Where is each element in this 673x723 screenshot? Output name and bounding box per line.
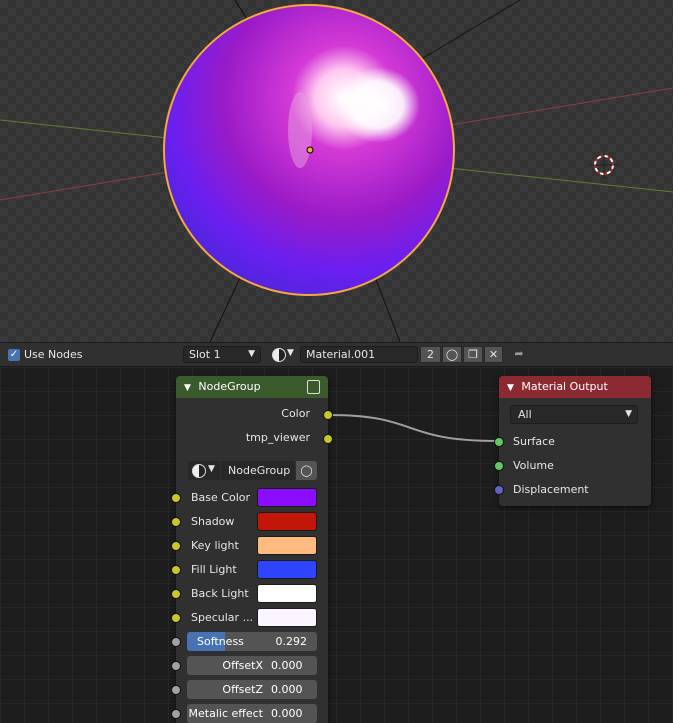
input-surface-label: Surface [513,435,555,448]
input-offsetx-socket[interactable] [171,661,181,671]
chevron-down-icon: ▼ [625,409,632,419]
input-metalic-field[interactable]: Metalic effect 0.000 [187,704,317,723]
input-softness-socket[interactable] [171,637,181,647]
material-sphere-icon [272,348,286,362]
input-back-light-label: Back Light [191,587,249,600]
duplicate-button[interactable]: ❐ [463,346,483,363]
unlink-button[interactable]: ✕ [484,346,503,363]
nodegroup-node-title: NodeGroup [198,380,261,393]
material-name-field[interactable]: Material.001 [300,346,418,363]
input-base-color-swatch[interactable] [257,488,317,507]
3d-cursor-icon [590,151,618,179]
input-shadow-label: Shadow [191,515,235,528]
offsetz-value: 0.000 [271,683,303,696]
input-displacement-label: Displacement [513,483,589,496]
pin-icon: ➦ [514,347,524,360]
input-specular-swatch[interactable] [257,608,317,627]
slot-dropdown[interactable]: Slot 1 ▼ [183,346,261,363]
group-name-field[interactable]: NodeGroup [221,461,295,480]
input-specular-label: Specular ... [191,611,254,624]
chevron-down-icon: ▼ [248,349,255,359]
input-softness-slider[interactable]: Softness 0.292 [187,632,317,651]
input-base-color-socket[interactable] [171,493,181,503]
input-base-color-label: Base Color [191,491,251,504]
group-name: NodeGroup [228,464,291,477]
input-fill-light-socket[interactable] [171,565,181,575]
output-color-label: Color [281,407,310,420]
reflection-streak [288,92,312,168]
nodegroup-node[interactable]: ▼ NodeGroup Color tmp_viewer ▼ NodeGroup… [171,376,333,723]
user-count: 2 [427,348,434,361]
render-target-value: All [518,408,532,421]
input-key-light-label: Key light [191,539,239,552]
input-back-light-swatch[interactable] [257,584,317,603]
output-color-socket[interactable] [323,410,333,420]
input-offsetx-field[interactable]: OffsetX 0.000 [187,656,317,675]
node-editor-header: ✓ Use Nodes Slot 1 ▼ ▼ Material.001 2 ◯ … [0,342,673,367]
input-shadow-swatch[interactable] [257,512,317,531]
use-nodes-label: Use Nodes [24,348,83,361]
group-icon[interactable] [307,380,320,394]
material-name: Material.001 [306,348,376,361]
user-count-button[interactable]: 2 [420,346,441,363]
group-fake-user-button[interactable]: ◯ [296,461,317,480]
3d-viewport[interactable] [0,0,673,342]
input-offsetz-socket[interactable] [171,685,181,695]
input-shadow-socket[interactable] [171,517,181,527]
shield-icon: ◯ [445,348,459,361]
offsetz-label: OffsetZ [222,683,263,696]
duplicate-icon: ❐ [468,348,478,361]
input-surface-socket[interactable] [494,437,504,447]
input-displacement-socket[interactable] [494,485,504,495]
close-icon: ✕ [488,348,499,361]
chevron-down-icon: ▼ [287,348,294,358]
nodegroup-node-header[interactable]: ▼ NodeGroup [176,376,328,398]
render-target-dropdown[interactable]: All ▼ [510,405,638,424]
chevron-down-icon: ▼ [208,464,215,474]
input-volume-label: Volume [513,459,554,472]
group-browse-button[interactable]: ▼ [188,461,220,480]
input-back-light-socket[interactable] [171,589,181,599]
metalic-value: 0.000 [271,707,303,720]
nodetree-icon [192,464,206,478]
viewport-scene [0,0,673,342]
input-key-light-swatch[interactable] [257,536,317,555]
offsetx-value: 0.000 [271,659,303,672]
shield-icon: ◯ [300,464,313,477]
use-nodes-checkbox[interactable]: ✓ [8,349,20,361]
specular-highlight [336,67,420,143]
input-key-light-socket[interactable] [171,541,181,551]
input-fill-light-label: Fill Light [191,563,237,576]
input-volume-socket[interactable] [494,461,504,471]
input-metalic-socket[interactable] [171,709,181,719]
softness-label: Softness [197,635,244,648]
material-output-header[interactable]: ▼ Material Output [499,376,651,398]
color-to-surface-link [328,414,499,442]
input-fill-light-swatch[interactable] [257,560,317,579]
material-output-node[interactable]: ▼ Material Output All ▼ Surface Volume D… [494,376,651,506]
pin-button[interactable]: ➦ [510,346,528,363]
fake-user-button[interactable]: ◯ [442,346,462,363]
metalic-label: Metalic effect [188,707,263,720]
slot-label: Slot 1 [189,348,221,361]
node-editor-canvas[interactable]: ▼ NodeGroup Color tmp_viewer ▼ NodeGroup… [0,367,673,723]
collapse-arrow-icon[interactable]: ▼ [184,383,191,393]
input-specular-socket[interactable] [171,613,181,623]
material-browse-button[interactable]: ▼ [268,346,299,363]
output-tmp-viewer-label: tmp_viewer [245,431,310,444]
collapse-arrow-icon[interactable]: ▼ [507,383,514,393]
object-origin [306,146,314,154]
material-output-title: Material Output [521,380,608,393]
light-line-3 [419,0,521,61]
softness-value: 0.292 [275,635,308,648]
output-tmp-viewer-socket[interactable] [323,434,333,444]
offsetx-label: OffsetX [222,659,263,672]
input-offsetz-field[interactable]: OffsetZ 0.000 [187,680,317,699]
